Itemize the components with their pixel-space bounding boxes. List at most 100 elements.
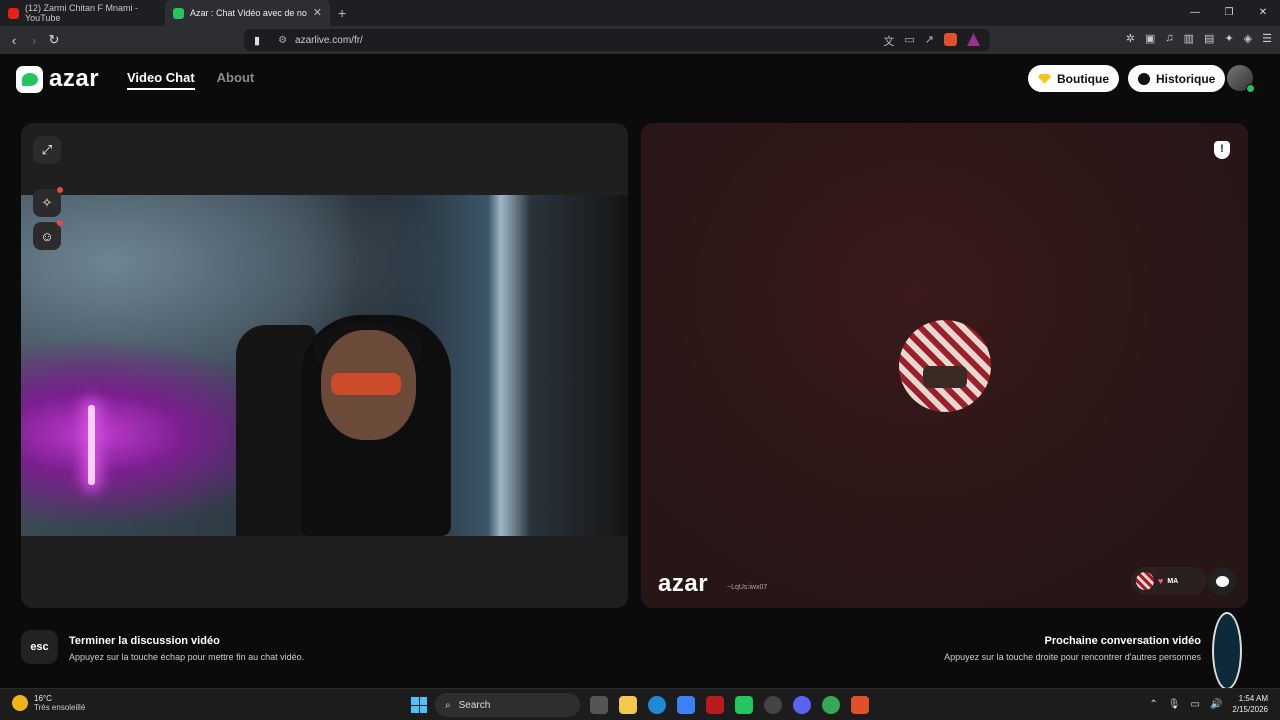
nav-video-chat[interactable]: Video Chat [127, 70, 195, 90]
browser-toolbar: ✲ ▣ ♫ ▥ ▤ ✦ ◈ ☰ [1126, 32, 1272, 45]
wallet-icon[interactable]: ▣ [1145, 32, 1155, 45]
chat-button[interactable] [1208, 567, 1236, 595]
file-explorer-icon[interactable] [619, 696, 637, 714]
extensions-icon[interactable]: ✲ [1126, 32, 1135, 45]
partner-avatar [899, 320, 991, 412]
weather-widget[interactable]: 16°C Très ensoleillé [12, 694, 85, 712]
app-green-icon[interactable] [735, 696, 753, 714]
tab-bar: (12) Zarmi Chitan F Mnami - YouTube Azar… [0, 0, 1280, 26]
tabs-icon[interactable]: ▤ [1204, 32, 1214, 45]
profile-avatar[interactable] [1227, 65, 1255, 93]
expand-icon[interactable]: ⤢ [33, 136, 61, 164]
close-window-icon[interactable]: ✕ [1246, 0, 1280, 26]
chat-bubble-icon [1215, 575, 1229, 587]
restore-icon[interactable]: ❐ [1212, 0, 1246, 26]
weather-condition: Très ensoleillé [34, 703, 86, 712]
esc-key[interactable]: esc [21, 630, 58, 664]
azar-page: azar Video Chat About Boutique Historiqu… [0, 54, 1280, 690]
vpn-icon[interactable]: ◈ [1244, 32, 1252, 45]
close-tab-icon[interactable]: ✕ [313, 6, 322, 19]
azar-logo-icon [16, 65, 43, 93]
clock-date: 2/15/2026 [1232, 705, 1268, 714]
music-icon[interactable]: ♫ [1165, 32, 1173, 45]
historique-label: Historique [1156, 71, 1216, 86]
clock-time: 1:54 AM [1238, 694, 1268, 703]
tab-azar[interactable]: Azar : Chat Vidéo avec de no ✕ [165, 0, 330, 26]
azar-icon [173, 7, 184, 19]
partner-id: ~LqUs:iwx07 [727, 584, 768, 591]
logo-text: azar [49, 65, 100, 92]
app-gray-icon[interactable] [764, 696, 782, 714]
partner-country: MA [1167, 577, 1179, 585]
notification-dot [57, 187, 63, 193]
self-camera-feed [21, 195, 628, 536]
system-clock[interactable]: 1:54 AM 2/15/2026 [1232, 693, 1268, 715]
url-text: azarlive.com/fr/ [295, 34, 363, 46]
brave-shield-icon[interactable] [944, 33, 957, 46]
channel-seal-logo [1212, 612, 1242, 690]
leo-icon[interactable]: ✦ [1224, 32, 1233, 45]
azar-watermark: azar [658, 570, 709, 597]
sticker-icon[interactable]: ☺ [33, 220, 63, 250]
nav-bar: ‹ › ↻ ▮ ⚙ azarlive.com/fr/ 文 ▭ ↗ ✲ ▣ ♫ ▥… [0, 26, 1280, 54]
azar-logo[interactable]: azar [16, 65, 99, 93]
tab-label: (12) Zarmi Chitan F Mnami - YouTube [25, 3, 139, 23]
search-label: Search [458, 699, 491, 711]
person-glasses [331, 373, 401, 395]
nav-about[interactable]: About [217, 70, 255, 90]
pinned-apps [590, 696, 869, 714]
address-bar[interactable]: ▮ ⚙ azarlive.com/fr/ 文 ▭ ↗ [244, 29, 990, 51]
partner-video-panel: ! azar ~LqUs:iwx07 ♥ MA [641, 123, 1248, 608]
site-info-icon[interactable]: ⚙ [278, 35, 287, 46]
next-chat-hint: Appuyez sur la touche droite pour rencon… [944, 652, 1201, 662]
windows-taskbar: 16°C Très ensoleillé ⌕ Search ⌃ 🎙 ▭ 🔊 1:… [0, 688, 1280, 720]
translate-icon[interactable]: 文 [883, 33, 894, 49]
report-shield-icon[interactable]: ! [1214, 141, 1230, 159]
next-chat-title: Prochaine conversation vidéo [1044, 635, 1202, 647]
tab-label: Azar : Chat Vidéo avec de no [190, 8, 307, 18]
cast-icon[interactable]: ▭ [904, 33, 914, 49]
temperature: 16°C [34, 694, 52, 703]
forward-icon[interactable]: › [24, 33, 44, 48]
discord-icon[interactable] [793, 696, 811, 714]
share-icon[interactable]: ↗ [925, 33, 934, 49]
partner-badges[interactable]: ♥ MA [1131, 567, 1207, 595]
network-icon[interactable]: ▭ [1191, 699, 1200, 710]
menu-icon[interactable]: ☰ [1262, 32, 1272, 45]
taskbar-search[interactable]: ⌕ Search [435, 693, 580, 717]
boutique-button[interactable]: Boutique [1028, 65, 1119, 92]
store-icon[interactable] [677, 696, 695, 714]
youtube-icon [8, 7, 19, 19]
heart-icon: ♥ [1158, 576, 1164, 586]
brave-rewards-icon[interactable] [967, 33, 980, 46]
windows-start-icon[interactable] [411, 697, 427, 713]
sun-icon [12, 695, 28, 711]
boutique-label: Boutique [1057, 71, 1109, 86]
volume-icon[interactable]: 🔊 [1210, 699, 1222, 710]
online-status-icon [1246, 84, 1255, 93]
task-view-icon[interactable] [590, 696, 608, 714]
tab-youtube[interactable]: (12) Zarmi Chitan F Mnami - YouTube [0, 0, 165, 26]
neon-light [88, 405, 95, 485]
search-icon: ⌕ [445, 699, 451, 711]
reload-icon[interactable]: ↻ [44, 32, 64, 48]
magic-wand-icon[interactable]: ✧ [33, 187, 63, 217]
historique-button[interactable]: Historique [1128, 65, 1226, 92]
app-red-icon[interactable] [706, 696, 724, 714]
edge-icon[interactable] [648, 696, 666, 714]
self-video-panel: ⤢ ✧ ☺ [21, 123, 628, 608]
brave-icon[interactable] [851, 696, 869, 714]
url-actions: 文 ▭ ↗ [883, 33, 980, 49]
chrome-icon[interactable] [822, 696, 840, 714]
notification-dot [57, 220, 63, 226]
clock-icon [1138, 72, 1150, 85]
system-tray: ⌃ 🎙 ▭ 🔊 1:54 AM 2/15/2026 [1149, 693, 1268, 715]
new-tab-icon[interactable]: + [338, 5, 346, 21]
bookmark-icon[interactable]: ▮ [254, 34, 260, 47]
partner-mini-avatar [1136, 572, 1154, 590]
chevron-up-icon[interactable]: ⌃ [1149, 699, 1157, 710]
microphone-icon[interactable]: 🎙 [1168, 699, 1181, 710]
minimize-icon[interactable]: — [1178, 0, 1212, 26]
back-icon[interactable]: ‹ [4, 33, 24, 48]
sidebar-icon[interactable]: ▥ [1184, 32, 1194, 45]
